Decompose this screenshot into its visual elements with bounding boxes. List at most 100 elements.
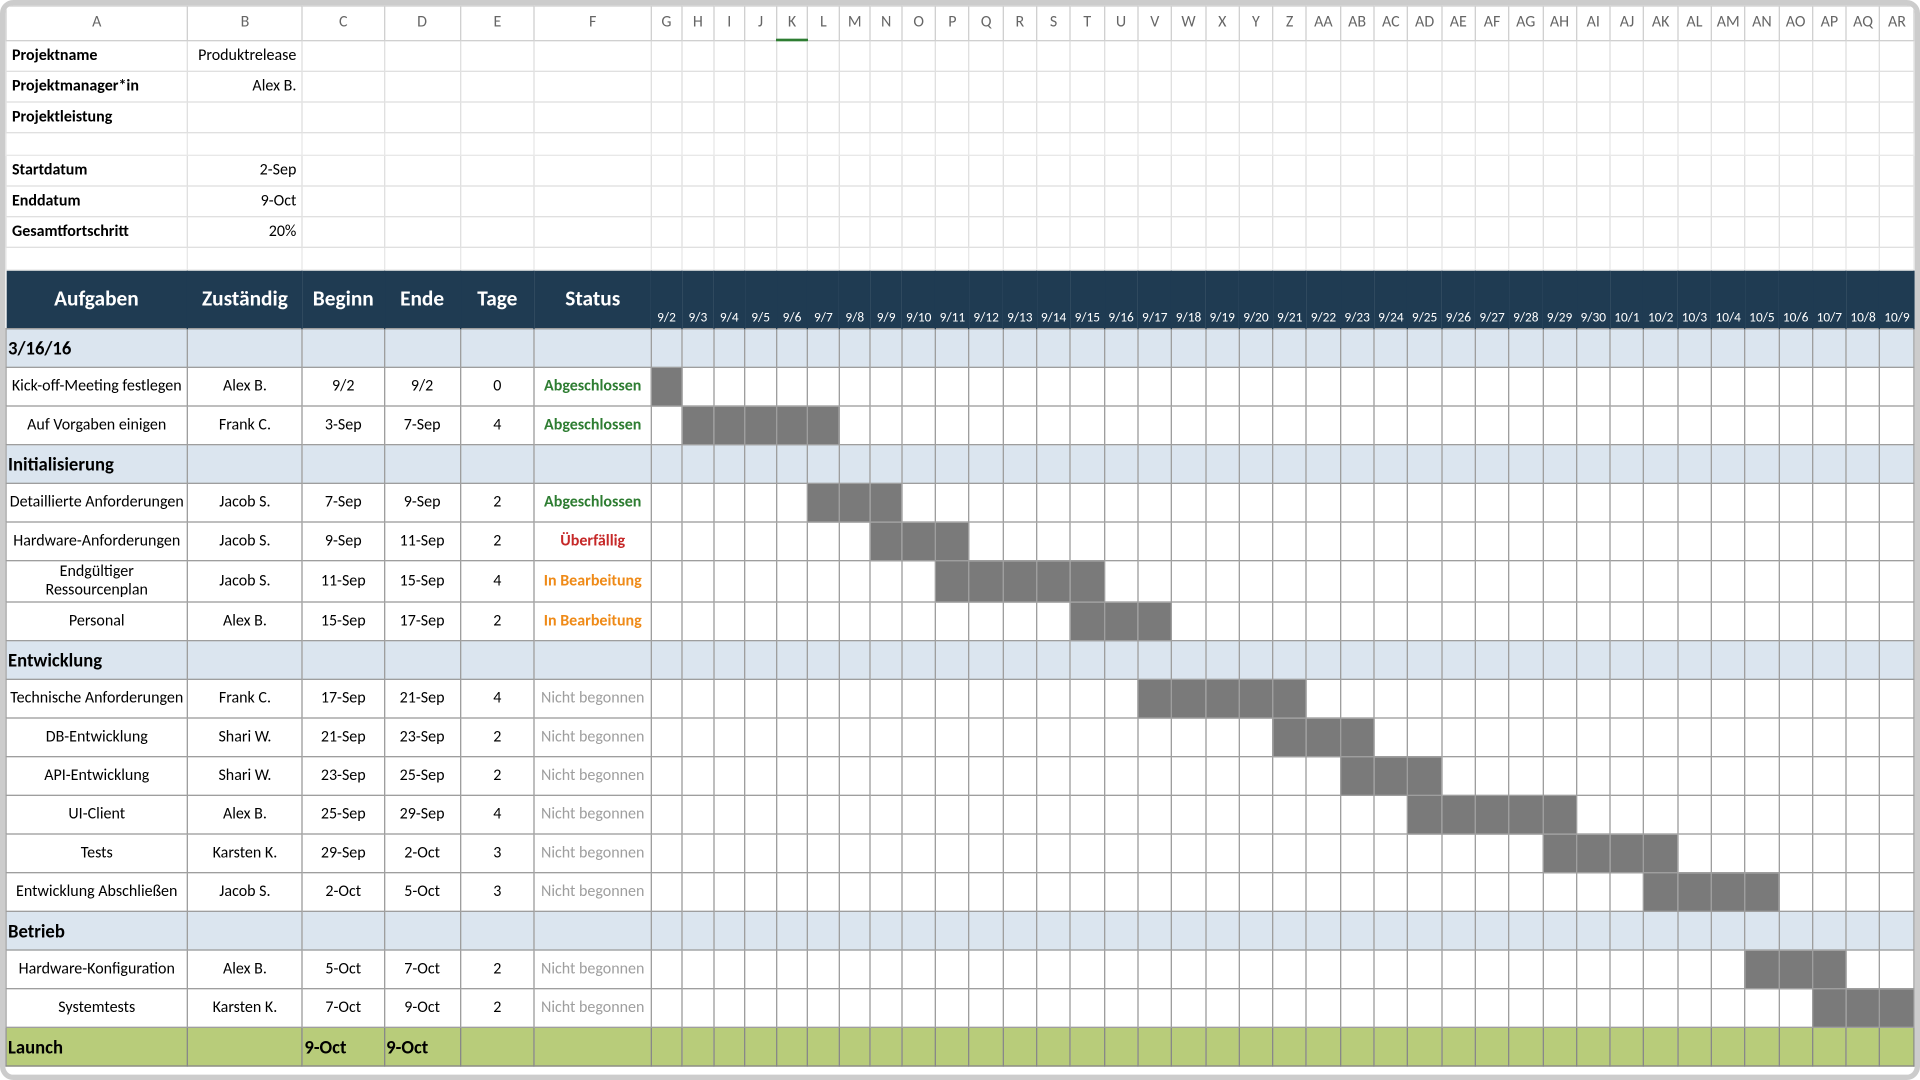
col-header[interactable]: Y [1239, 6, 1273, 40]
cell[interactable] [682, 186, 713, 217]
gantt-cell[interactable] [1543, 329, 1577, 368]
gantt-cell[interactable] [1509, 602, 1543, 641]
gantt-cell[interactable] [1610, 329, 1644, 368]
gantt-cell[interactable] [1880, 1027, 1914, 1066]
cell[interactable] [745, 40, 776, 71]
gantt-cell[interactable] [1374, 911, 1408, 950]
gantt-cell[interactable] [714, 483, 745, 522]
cell[interactable] [870, 155, 901, 186]
gantt-cell[interactable] [714, 641, 745, 680]
gantt-cell[interactable] [1070, 950, 1104, 989]
gantt-cell[interactable] [808, 950, 839, 989]
gantt-cell[interactable] [1475, 950, 1509, 989]
cell[interactable] [1273, 217, 1307, 248]
gantt-cell[interactable] [1070, 795, 1104, 834]
gantt-cell[interactable] [1475, 329, 1509, 368]
gantt-cell[interactable] [1846, 679, 1880, 718]
task-days[interactable]: 2 [460, 718, 535, 757]
gantt-cell[interactable] [936, 834, 970, 873]
gantt-cell[interactable] [1205, 602, 1239, 641]
gantt-cell[interactable] [1846, 561, 1880, 602]
gantt-cell[interactable] [776, 873, 807, 912]
gantt-cell[interactable] [936, 602, 970, 641]
gantt-cell[interactable] [714, 522, 745, 561]
task-status[interactable]: In Bearbeitung [535, 561, 651, 602]
cell[interactable] [969, 155, 1003, 186]
gantt-cell[interactable] [1340, 950, 1374, 989]
gantt-cell[interactable] [1070, 522, 1104, 561]
cell[interactable] [1576, 247, 1610, 270]
gantt-cell[interactable] [1037, 950, 1071, 989]
gantt-cell[interactable] [1037, 367, 1071, 406]
cell[interactable] [870, 217, 901, 248]
gantt-cell[interactable] [1846, 406, 1880, 445]
gantt-cell[interactable] [1812, 602, 1846, 641]
task-owner[interactable]: Frank C. [187, 679, 302, 718]
cell[interactable] [1374, 40, 1408, 71]
cell[interactable] [535, 329, 651, 368]
cell[interactable] [714, 217, 745, 248]
gantt-cell[interactable] [1678, 1027, 1712, 1066]
cell[interactable] [1846, 133, 1880, 156]
gantt-cell[interactable] [682, 834, 713, 873]
cell[interactable] [902, 102, 936, 133]
gantt-cell[interactable] [936, 679, 970, 718]
cell[interactable] [1576, 133, 1610, 156]
gantt-cell[interactable] [1678, 950, 1712, 989]
cell[interactable] [969, 186, 1003, 217]
cell[interactable] [1475, 186, 1509, 217]
gantt-cell[interactable] [936, 950, 970, 989]
task-days[interactable]: 4 [460, 561, 535, 602]
gantt-cell[interactable] [745, 329, 776, 368]
cell[interactable] [1172, 155, 1206, 186]
gantt-cell[interactable] [682, 757, 713, 796]
gantt-cell[interactable] [1644, 641, 1678, 680]
gantt-cell[interactable] [714, 445, 745, 484]
gantt-cell[interactable] [1812, 483, 1846, 522]
gantt-cell[interactable] [1003, 795, 1037, 834]
cell[interactable] [1205, 247, 1239, 270]
gantt-cell[interactable] [1745, 602, 1779, 641]
gantt-cell[interactable] [651, 406, 682, 445]
gantt-cell[interactable] [1340, 367, 1374, 406]
gantt-bar-cell[interactable] [1880, 989, 1914, 1028]
gantt-cell[interactable] [1037, 641, 1071, 680]
gantt-cell[interactable] [839, 757, 870, 796]
gantt-cell[interactable] [1779, 406, 1813, 445]
task-status[interactable]: Nicht begonnen [535, 757, 651, 796]
cell[interactable] [1104, 71, 1138, 102]
cell[interactable] [1711, 155, 1745, 186]
gantt-cell[interactable] [1239, 989, 1273, 1028]
col-header[interactable]: T [1070, 6, 1104, 40]
cell[interactable] [1678, 40, 1712, 71]
gantt-cell[interactable] [1880, 329, 1914, 368]
cell[interactable] [776, 102, 807, 133]
gantt-cell[interactable] [1070, 367, 1104, 406]
cell[interactable] [808, 186, 839, 217]
gantt-cell[interactable] [1441, 989, 1475, 1028]
cell[interactable] [1812, 133, 1846, 156]
gantt-cell[interactable] [682, 950, 713, 989]
gantt-cell[interactable] [1138, 795, 1172, 834]
gantt-cell[interactable] [1880, 950, 1914, 989]
cell[interactable] [839, 217, 870, 248]
gantt-bar-cell[interactable] [682, 406, 713, 445]
gantt-cell[interactable] [1374, 795, 1408, 834]
gantt-cell[interactable] [839, 1027, 870, 1066]
gantt-cell[interactable] [870, 367, 901, 406]
gantt-cell[interactable] [1846, 950, 1880, 989]
cell[interactable] [745, 217, 776, 248]
gantt-cell[interactable] [651, 757, 682, 796]
cell[interactable] [1273, 133, 1307, 156]
gantt-cell[interactable] [1138, 641, 1172, 680]
cell[interactable] [384, 102, 460, 133]
gantt-cell[interactable] [1745, 329, 1779, 368]
gantt-cell[interactable] [1070, 834, 1104, 873]
cell[interactable] [1543, 71, 1577, 102]
gantt-cell[interactable] [1644, 406, 1678, 445]
gantt-cell[interactable] [1812, 795, 1846, 834]
gantt-cell[interactable] [1273, 367, 1307, 406]
task-end[interactable]: 2-Oct [384, 834, 460, 873]
gantt-cell[interactable] [1475, 757, 1509, 796]
gantt-cell[interactable] [1273, 989, 1307, 1028]
